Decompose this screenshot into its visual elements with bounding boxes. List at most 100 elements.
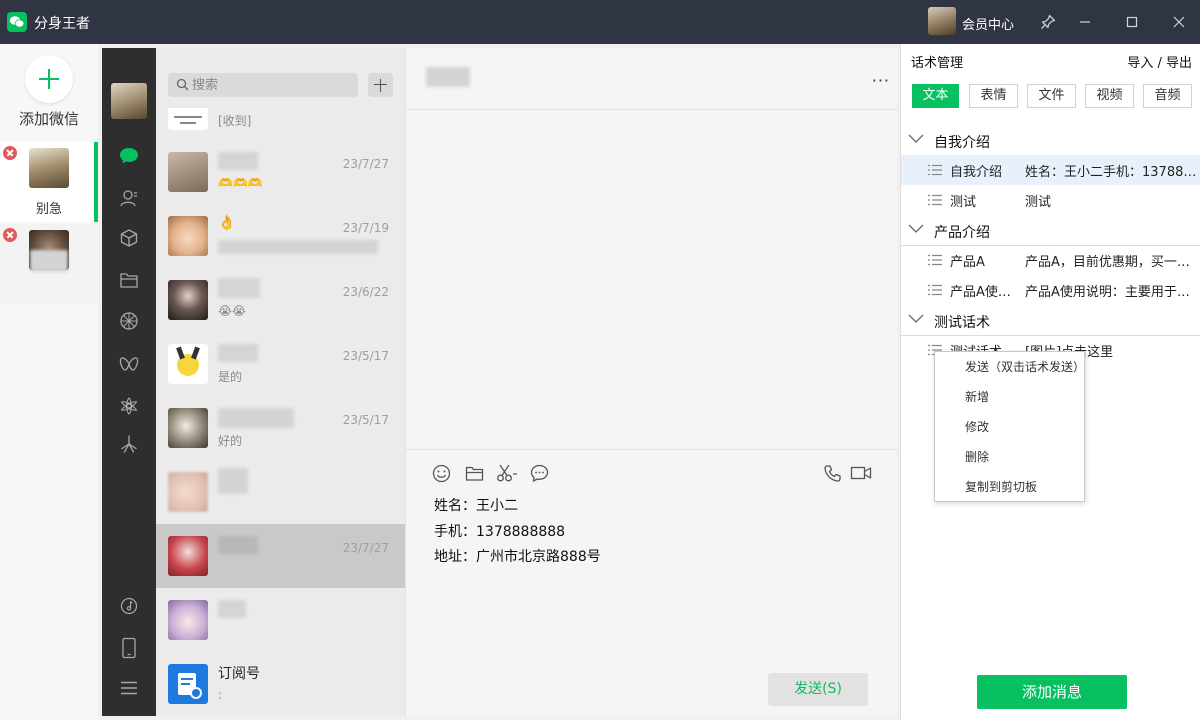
- minimize-button[interactable]: [1065, 0, 1105, 44]
- list-item[interactable]: 23/6/22 😭😭: [156, 268, 405, 332]
- menu-item-delete[interactable]: 删除: [965, 442, 989, 472]
- favorites-icon: [120, 229, 138, 247]
- file-button[interactable]: [463, 462, 485, 484]
- screenshot-button[interactable]: [496, 462, 518, 484]
- add-message-button[interactable]: 添加消息: [977, 675, 1127, 709]
- script-group[interactable]: 产品介绍: [901, 216, 1200, 246]
- member-center-link[interactable]: 会员中心: [962, 14, 1014, 33]
- send-button[interactable]: 发送(S): [768, 673, 868, 706]
- files-icon: [120, 273, 138, 288]
- search-input[interactable]: [192, 73, 352, 97]
- nav-favorites[interactable]: [116, 225, 142, 251]
- chat-preview: 🫶🫶🫶: [218, 176, 263, 190]
- scissors-icon: [497, 464, 517, 481]
- contact-name-blurred: [218, 408, 294, 428]
- tab-audio[interactable]: 音频: [1143, 84, 1192, 108]
- remove-account-icon[interactable]: [3, 146, 17, 160]
- list-item[interactable]: 23/5/17 好的: [156, 396, 405, 460]
- tab-text[interactable]: 文本: [912, 84, 959, 108]
- script-group[interactable]: 自我介绍: [901, 126, 1200, 156]
- contact-avatar: [168, 536, 208, 576]
- list-icon: [928, 254, 942, 266]
- draft-line: 姓名：王小二: [434, 498, 518, 514]
- menu-item-edit[interactable]: 修改: [965, 412, 989, 442]
- nav-music[interactable]: [116, 593, 142, 619]
- chat-preview: :: [218, 688, 223, 702]
- nav-contacts[interactable]: [116, 185, 142, 211]
- draft-line: 地址：广州市北京路888号: [434, 549, 601, 565]
- contacts-icon: [120, 190, 137, 207]
- nav-discover[interactable]: [116, 431, 142, 457]
- list-item[interactable]: [收到]: [156, 108, 405, 130]
- list-icon: [928, 164, 942, 176]
- pin-button[interactable]: [1028, 0, 1068, 44]
- search-box[interactable]: [168, 73, 358, 97]
- script-group[interactable]: 测试话术: [901, 306, 1200, 336]
- script-item[interactable]: 测试 测试: [901, 185, 1200, 215]
- chat-preview: 😭😭: [218, 304, 247, 318]
- nav-files[interactable]: [116, 267, 142, 293]
- tab-files[interactable]: 文件: [1027, 84, 1076, 108]
- account-item[interactable]: [0, 224, 98, 304]
- discover-icon: [121, 435, 137, 453]
- contact-name: 订阅号: [218, 666, 260, 682]
- remove-account-icon[interactable]: [3, 228, 17, 242]
- contact-avatar: [168, 408, 208, 448]
- list-item[interactable]: 23/7/27: [156, 524, 405, 588]
- draft-line: 手机：1378888888: [434, 523, 566, 540]
- voice-call-button[interactable]: [821, 462, 843, 484]
- script-item[interactable]: 产品A使用说明 产品A使用说明：主要用于清洁: [901, 275, 1200, 305]
- menu-item-send[interactable]: 发送（双击话术发送）: [965, 352, 1085, 382]
- app-title: 分身王者: [34, 16, 90, 32]
- music-icon: [120, 597, 138, 615]
- chat-preview: 是的: [218, 370, 243, 384]
- chevron-down-icon: [908, 134, 924, 143]
- voice-call-icon: [823, 464, 841, 482]
- moments-icon: [120, 312, 138, 330]
- list-item[interactable]: [156, 588, 405, 652]
- script-item[interactable]: 产品A 产品A，目前优惠期，买一送一: [901, 245, 1200, 275]
- my-avatar[interactable]: [111, 83, 147, 119]
- list-item[interactable]: 订阅号 :: [156, 652, 405, 716]
- script-item[interactable]: 自我介绍 姓名：王小二手机：1378888888: [901, 155, 1200, 185]
- member-avatar[interactable]: [928, 7, 956, 35]
- group-name: 测试话术: [934, 315, 990, 331]
- video-call-icon: [850, 466, 872, 480]
- chat-bubble-icon: [530, 464, 548, 482]
- add-account-button[interactable]: [25, 55, 73, 103]
- video-call-button[interactable]: [850, 462, 872, 484]
- account-item[interactable]: 别急: [0, 142, 98, 222]
- script-name: 产品A使用说明: [950, 285, 1022, 300]
- tab-stickers[interactable]: 表情: [969, 84, 1018, 108]
- app-window: 分身王者 会员中心 添加微信 别急 搜索 [收到] 23/7/27 🫶🫶🫶 👌 …: [0, 0, 1200, 720]
- maximize-button[interactable]: [1112, 0, 1152, 44]
- nav-mini-programs[interactable]: [116, 393, 142, 419]
- add-account-label[interactable]: 添加微信: [0, 108, 98, 129]
- menu-item-copy[interactable]: 复制到剪切板: [965, 472, 1037, 502]
- nav-phone[interactable]: [116, 635, 142, 661]
- list-item[interactable]: 👌 23/7/19: [156, 204, 405, 268]
- close-button[interactable]: [1159, 0, 1199, 44]
- chat-history-button[interactable]: [528, 462, 550, 484]
- more-options-icon[interactable]: ···: [872, 73, 890, 89]
- list-item[interactable]: 23/5/17 是的: [156, 332, 405, 396]
- nav-menu[interactable]: [116, 675, 142, 701]
- start-chat-button[interactable]: [368, 73, 393, 97]
- chat-pane: ··· 姓名：王小二 手机：1378888888 地址：广州市北京路888号 发…: [405, 48, 898, 716]
- menu-item-add[interactable]: 新增: [965, 382, 989, 412]
- tab-video[interactable]: 视频: [1085, 84, 1134, 108]
- nav-channels[interactable]: [116, 351, 142, 377]
- list-item[interactable]: 23/7/27 🫶🫶🫶: [156, 140, 405, 204]
- message-input[interactable]: 姓名：王小二 手机：1378888888 地址：广州市北京路888号: [434, 494, 601, 571]
- chevron-down-icon: [908, 224, 924, 233]
- import-export-link[interactable]: 导入 / 导出: [1127, 52, 1192, 71]
- contact-avatar: [168, 344, 208, 384]
- contact-name-blurred: [218, 468, 248, 494]
- script-name: 自我介绍: [950, 165, 1003, 180]
- nav-chat[interactable]: [116, 143, 142, 169]
- contact-avatar: [168, 280, 208, 320]
- chat-time: 23/7/27: [342, 541, 389, 555]
- emoji-button[interactable]: [430, 462, 452, 484]
- nav-moments[interactable]: [116, 308, 142, 334]
- list-item[interactable]: [156, 460, 405, 524]
